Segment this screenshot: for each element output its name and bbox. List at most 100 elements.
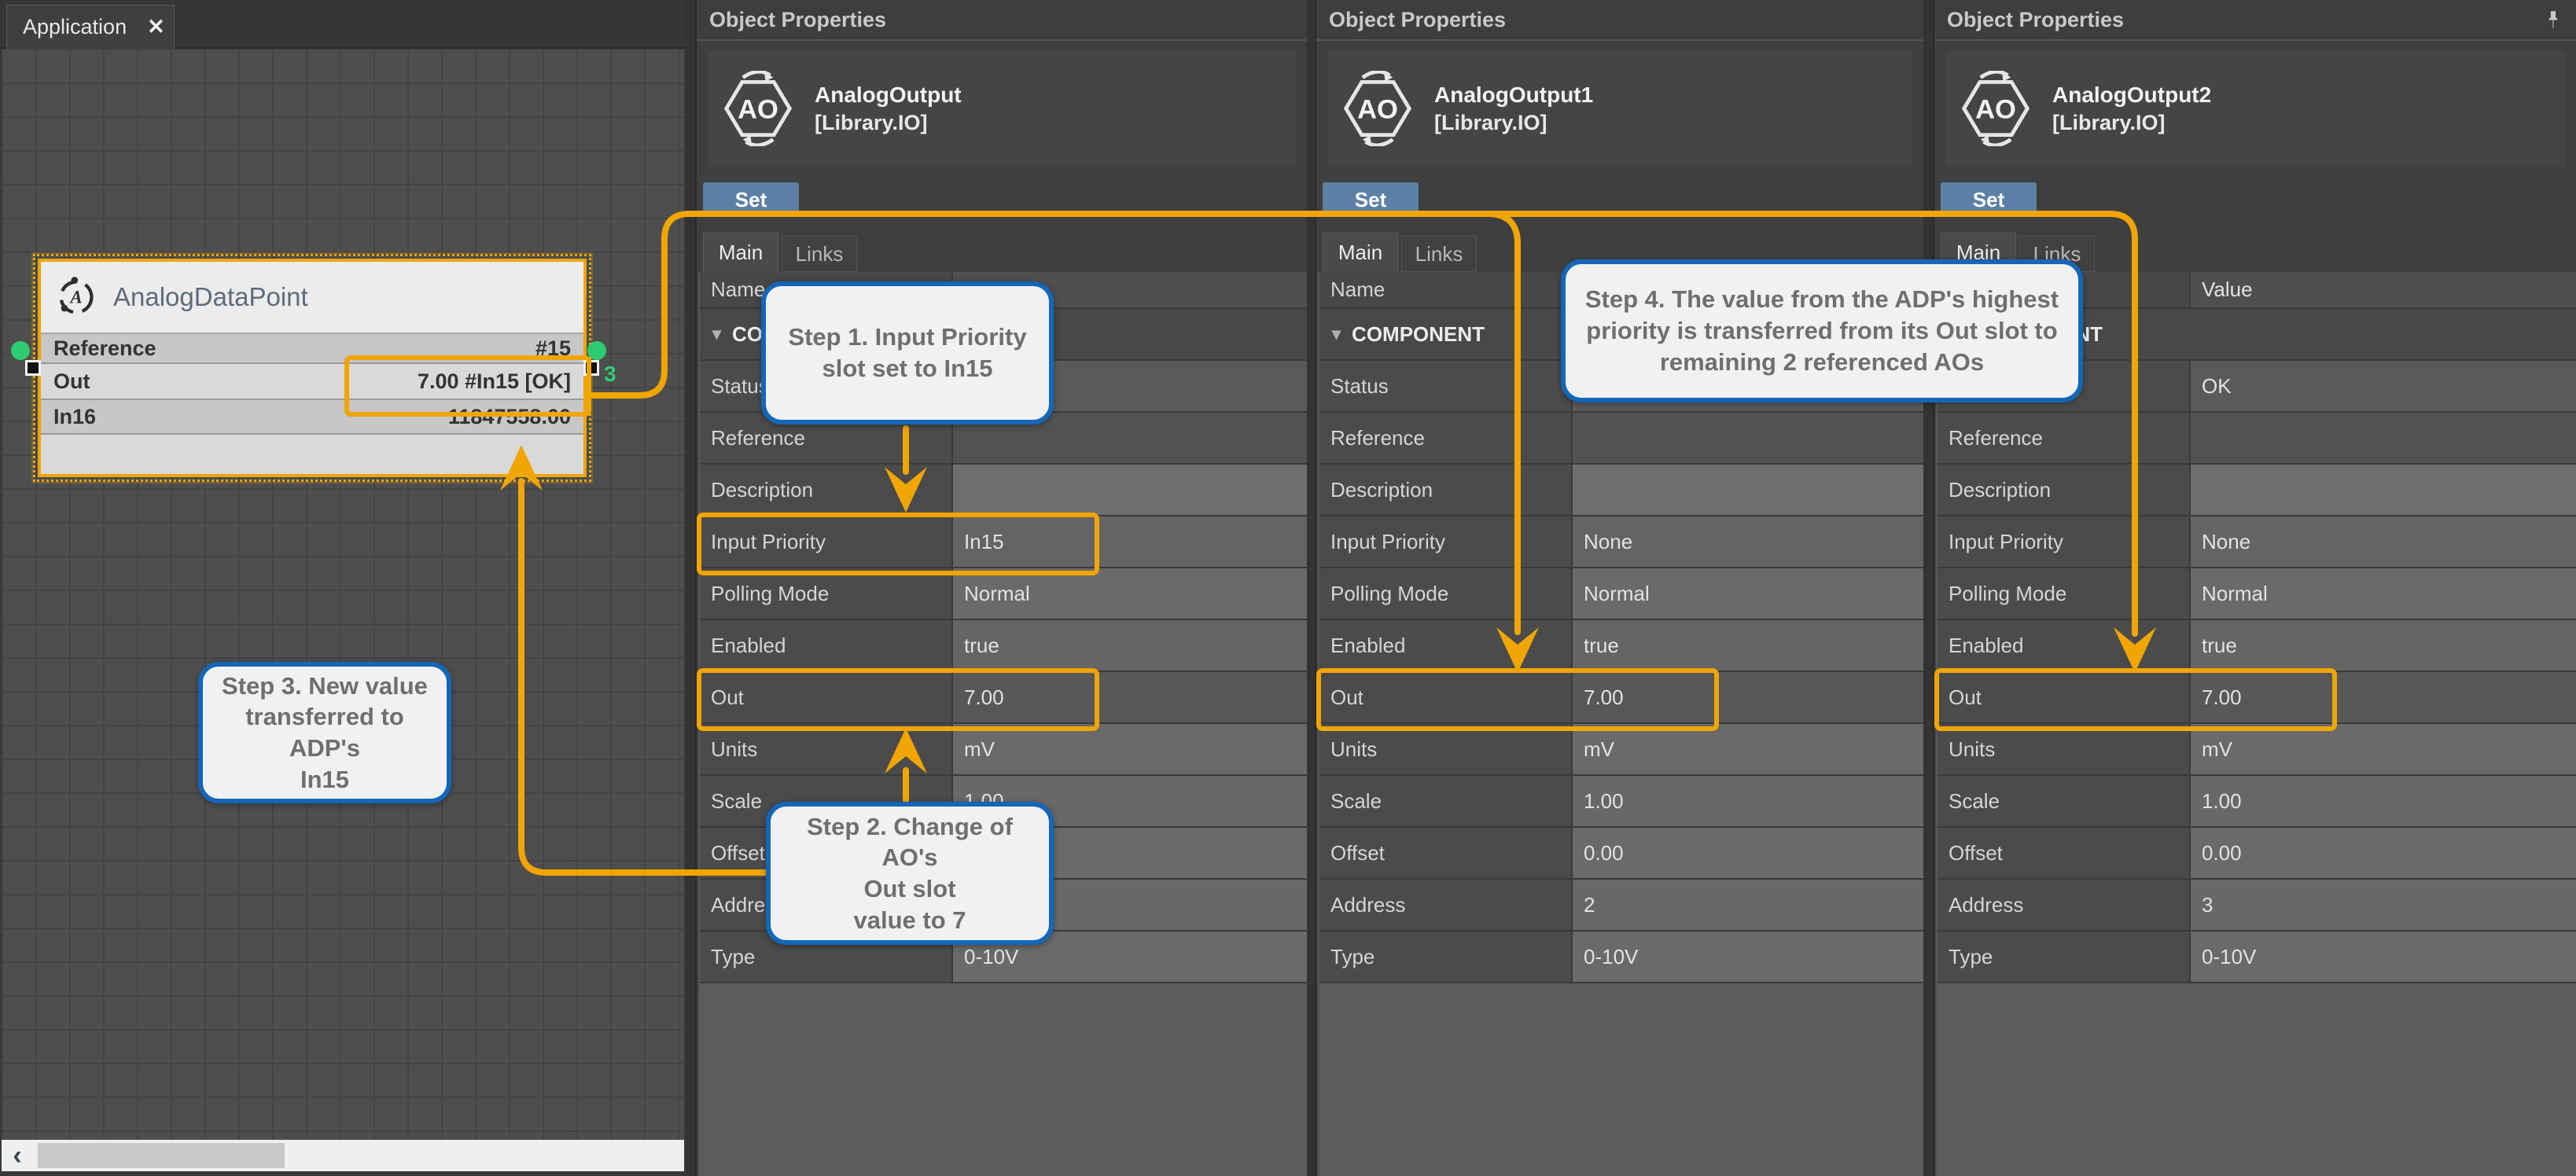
adp-block-title: AnalogDataPoint <box>113 282 308 312</box>
property-row[interactable]: Description <box>1319 465 1923 516</box>
property-value[interactable]: 0.00 <box>1573 828 1923 878</box>
tab-main[interactable]: Main <box>703 233 778 272</box>
tab-links[interactable]: Links <box>1401 236 1477 272</box>
svg-text:AO: AO <box>1975 94 2016 124</box>
property-value[interactable]: 1.00 <box>2191 776 2576 826</box>
collapse-arrow-icon[interactable]: ▾ <box>712 324 721 344</box>
step-callout-1: Step 1. Input Priority slot set to In15 <box>761 281 1054 424</box>
property-table: Name Value ▾ COMPONENT Status Reference … <box>1318 272 1923 1176</box>
panel-tabs: Main Links <box>1323 233 1477 272</box>
tab-main[interactable]: Main <box>1323 233 1398 272</box>
property-name: Reference <box>1319 413 1573 463</box>
property-row[interactable]: Out 7.00 <box>1319 672 1923 724</box>
pin-icon[interactable] <box>2543 9 2563 30</box>
property-value[interactable]: None <box>1573 516 1923 567</box>
tab-application[interactable]: Application ✕ <box>6 5 175 49</box>
property-value[interactable]: Normal <box>1573 568 1923 619</box>
property-row[interactable]: Reference <box>1319 413 1923 465</box>
property-row[interactable]: Type 0-10V <box>1938 932 2576 983</box>
selection-handle-left[interactable] <box>25 360 41 376</box>
property-row[interactable]: Out 7.00 <box>1938 672 2576 724</box>
horizontal-scrollbar[interactable]: ‹ <box>2 1140 684 1171</box>
property-value[interactable]: Normal <box>2191 568 2576 619</box>
property-value[interactable] <box>953 465 1307 515</box>
property-value[interactable]: OK <box>2191 361 2576 411</box>
property-row[interactable]: Out 7.00 <box>700 672 1307 724</box>
property-value[interactable]: true <box>953 620 1307 671</box>
property-row[interactable]: Enabled true <box>1938 620 2576 672</box>
property-value[interactable]: 7.00 <box>1573 672 1923 722</box>
property-row[interactable]: Description <box>700 465 1307 516</box>
scroll-left-icon[interactable]: ‹ <box>2 1140 33 1171</box>
property-value[interactable]: In15 <box>953 516 1307 567</box>
adp-slot-row[interactable]: In16 11847558.00 <box>41 400 583 435</box>
object-name: AnalogOutput2 <box>2052 83 2211 108</box>
property-value[interactable]: 0.00 <box>2191 828 2576 878</box>
property-row[interactable]: Address 3 <box>1938 880 2576 932</box>
property-value[interactable]: 1.00 <box>1573 776 1923 826</box>
property-row[interactable]: Description <box>1938 465 2576 516</box>
adp-slot-row[interactable]: Out 7.00 #In15 [OK] <box>41 364 583 400</box>
property-row[interactable]: Input Priority In15 <box>700 516 1307 568</box>
property-row[interactable]: Offset 0.00 <box>1319 828 1923 880</box>
wiresheet-pane: Application ✕ A AnalogDataPoint <box>0 0 686 1176</box>
property-row[interactable]: Input Priority None <box>1938 516 2576 568</box>
property-value[interactable]: mV <box>2191 724 2576 774</box>
set-button[interactable]: Set <box>1941 182 2037 217</box>
property-value[interactable]: mV <box>953 724 1307 774</box>
property-row[interactable]: Units mV <box>700 724 1307 776</box>
scrollbar-thumb[interactable] <box>38 1143 285 1168</box>
property-value[interactable]: true <box>1573 620 1923 671</box>
property-value[interactable]: 2 <box>1573 880 1923 930</box>
selection-handle-right[interactable] <box>583 360 599 376</box>
property-row[interactable]: Scale 1.00 <box>1319 776 1923 828</box>
analog-data-point-icon: A <box>55 276 98 318</box>
property-value[interactable]: 0-10V <box>1573 932 1923 982</box>
set-button[interactable]: Set <box>703 182 799 217</box>
property-value[interactable] <box>2191 465 2576 515</box>
tab-links[interactable]: Links <box>782 236 857 272</box>
property-row[interactable]: Address 2 <box>1319 880 1923 932</box>
property-name: Scale <box>1319 776 1573 826</box>
property-value[interactable]: None <box>2191 516 2576 567</box>
set-button[interactable]: Set <box>1323 182 1419 217</box>
adp-left-port[interactable] <box>11 341 30 360</box>
property-value[interactable]: 3 <box>2191 880 2576 930</box>
property-row[interactable]: Scale 1.00 <box>1938 776 2576 828</box>
property-row[interactable]: Polling Mode Normal <box>1938 568 2576 620</box>
property-value[interactable]: true <box>2191 620 2576 671</box>
wiresheet-canvas[interactable]: A AnalogDataPoint Reference #15 Out 7.00… <box>2 49 684 1140</box>
property-name: Polling Mode <box>1938 568 2191 619</box>
close-icon[interactable]: ✕ <box>147 15 165 39</box>
property-value[interactable]: Normal <box>953 568 1307 619</box>
property-name: Description <box>1938 465 2191 515</box>
property-value[interactable] <box>2191 413 2576 463</box>
property-value[interactable]: mV <box>1573 724 1923 774</box>
property-value[interactable]: 7.00 <box>2191 672 2576 722</box>
analog-output-icon: AO <box>720 71 796 146</box>
property-row[interactable]: Units mV <box>1319 724 1923 776</box>
property-value[interactable] <box>1573 465 1923 515</box>
analog-data-point-block[interactable]: A AnalogDataPoint Reference #15 Out 7.00… <box>38 259 587 477</box>
adp-slot-row[interactable]: Reference #15 <box>41 334 583 364</box>
property-value[interactable]: 7.00 <box>953 672 1307 722</box>
property-row[interactable]: Type 0-10V <box>1319 932 1923 983</box>
property-name: Units <box>1319 724 1573 774</box>
property-row[interactable]: Offset 0.00 <box>1938 828 2576 880</box>
property-row[interactable]: Enabled true <box>1319 620 1923 672</box>
adp-right-port[interactable] <box>587 341 606 360</box>
property-row[interactable]: Polling Mode Normal <box>1319 568 1923 620</box>
property-name: Enabled <box>1938 620 2191 671</box>
object-properties-panel: Object Properties AO AnalogOutput [Libra… <box>695 0 1307 1176</box>
svg-text:AO: AO <box>1357 94 1398 124</box>
property-row[interactable]: Reference <box>1938 413 2576 465</box>
property-row[interactable]: Polling Mode Normal <box>700 568 1307 620</box>
property-name: Type <box>1938 932 2191 982</box>
property-row[interactable]: Input Priority None <box>1319 516 1923 568</box>
property-row[interactable]: Units mV <box>1938 724 2576 776</box>
property-value[interactable] <box>1573 413 1923 463</box>
property-value[interactable]: 0-10V <box>2191 932 2576 982</box>
collapse-arrow-icon[interactable]: ▾ <box>1332 324 1341 344</box>
property-row[interactable]: Enabled true <box>700 620 1307 672</box>
property-name: Polling Mode <box>1319 568 1573 619</box>
